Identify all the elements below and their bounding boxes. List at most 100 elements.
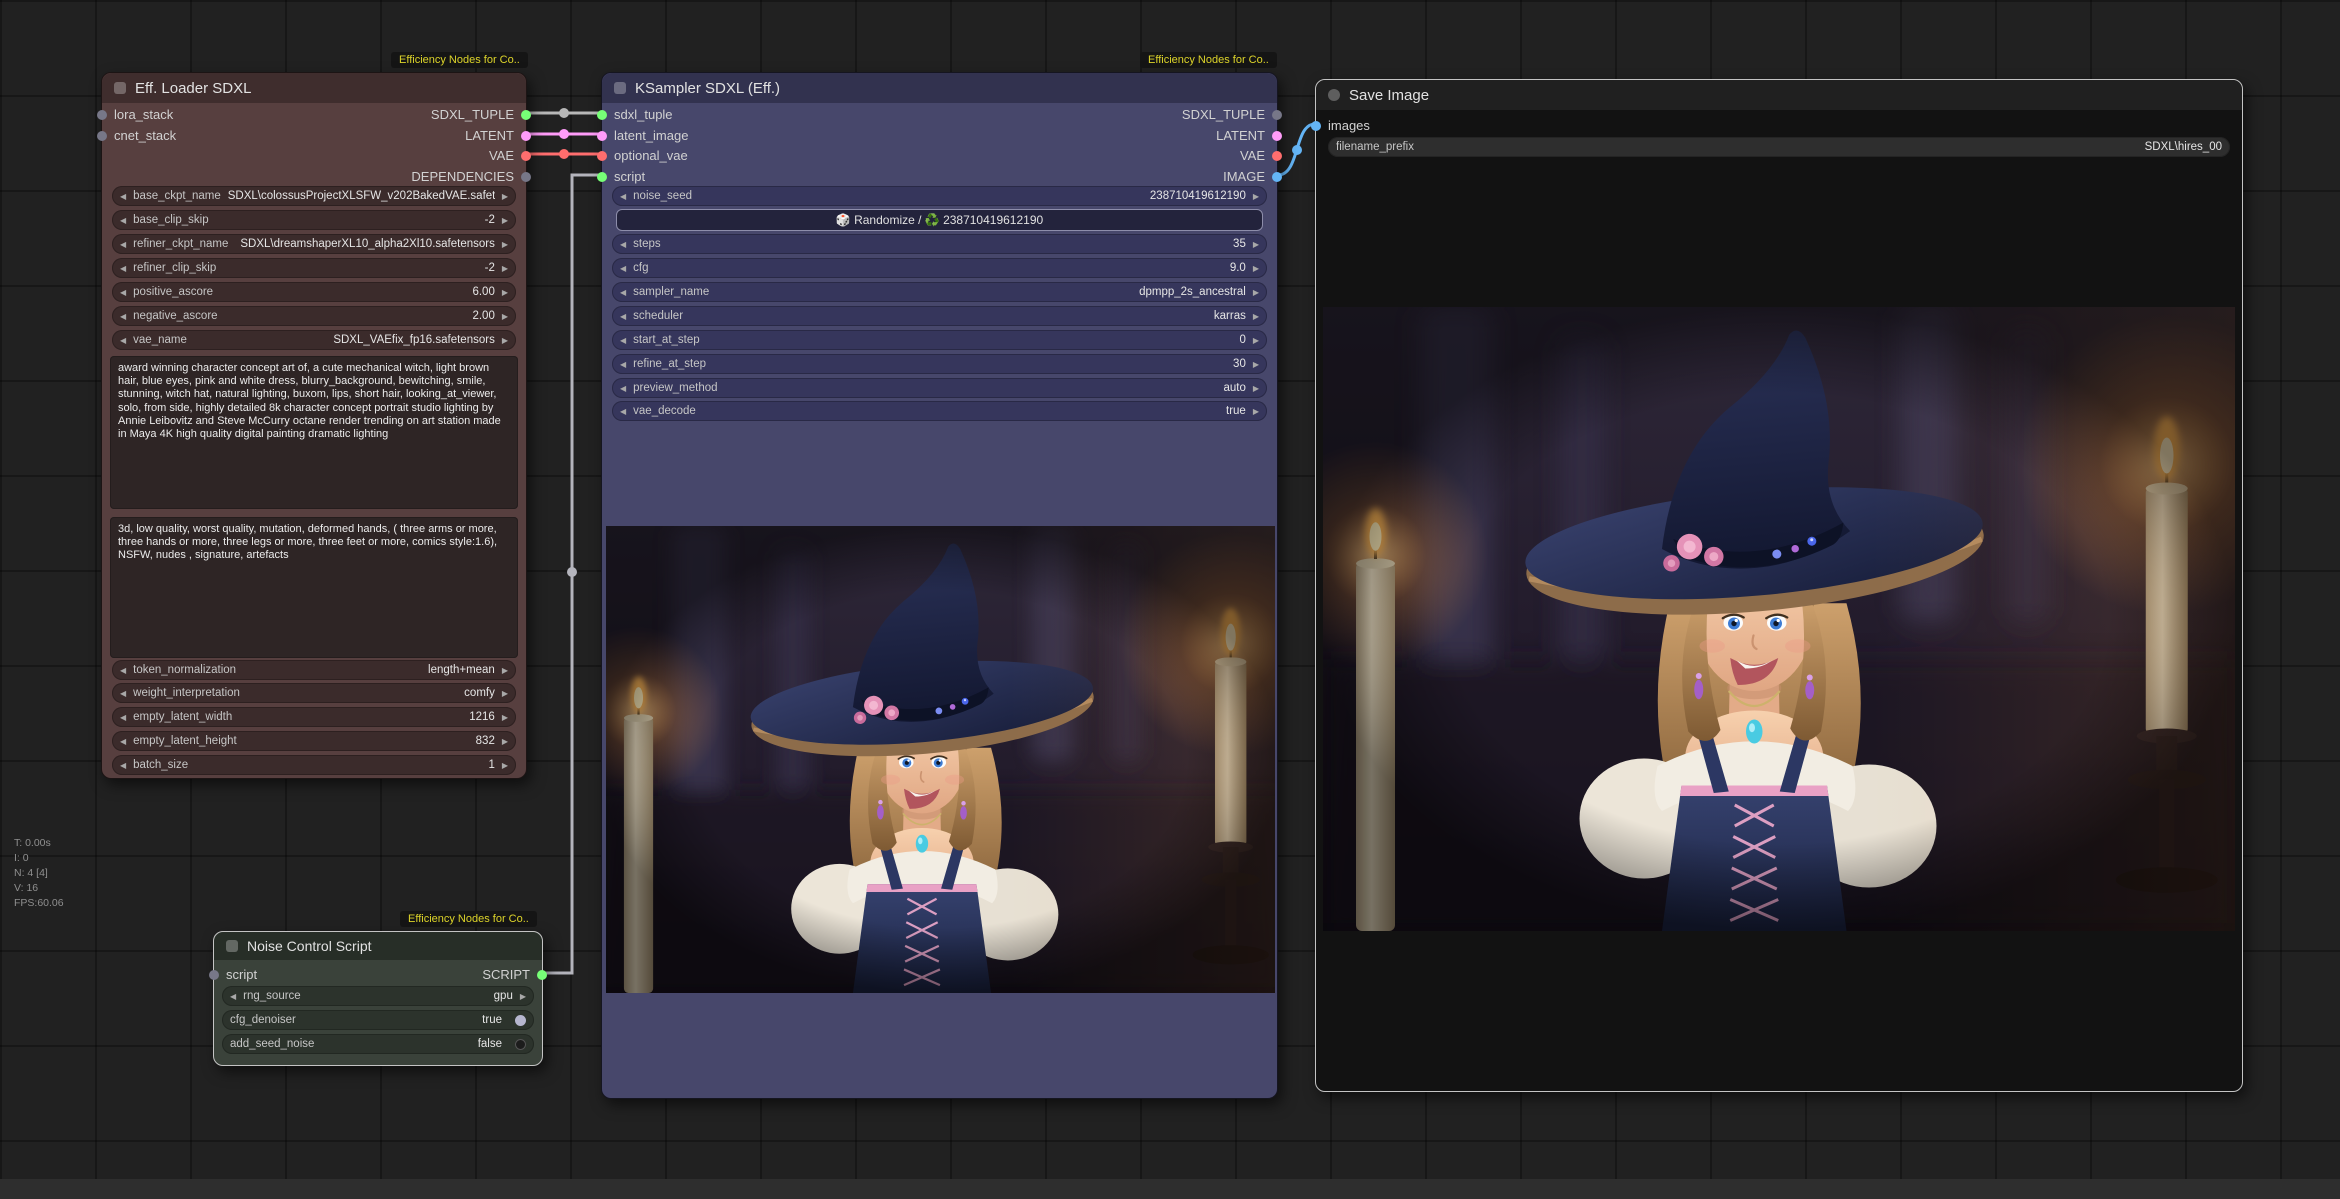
slot-dot[interactable]	[597, 131, 607, 141]
node-ksampler-sdxl[interactable]: KSampler SDXL (Eff.) sdxl_tuple latent_i…	[601, 72, 1278, 1099]
node-noise-control-script[interactable]: Noise Control Script script SCRIPT ◀ rng…	[213, 931, 543, 1066]
widget-empty-latent-height[interactable]: ◀ empty_latent_height 832 ▶	[112, 731, 516, 751]
prev-arrow-icon[interactable]: ◀	[620, 360, 626, 369]
slot-dot[interactable]	[597, 172, 607, 182]
widget-base-clip-skip[interactable]: ◀ base_clip_skip -2 ▶	[112, 210, 516, 230]
next-arrow-icon[interactable]: ▶	[1253, 384, 1259, 393]
widget-preview-method[interactable]: ◀ preview_method auto ▶	[612, 378, 1267, 398]
widget-refine-at-step[interactable]: ◀ refine_at_step 30 ▶	[612, 354, 1267, 374]
prev-arrow-icon[interactable]: ◀	[120, 713, 126, 722]
slot-dot[interactable]	[597, 110, 607, 120]
link-midpoint-dot[interactable]	[559, 149, 569, 159]
next-arrow-icon[interactable]: ▶	[1253, 288, 1259, 297]
prev-arrow-icon[interactable]: ◀	[120, 264, 126, 273]
input-slot-script[interactable]: script	[209, 964, 257, 985]
slot-dot[interactable]	[521, 172, 531, 182]
output-slot-dependencies[interactable]: DEPENDENCIES	[411, 166, 531, 187]
slot-dot[interactable]	[1272, 110, 1282, 120]
node-eff-loader-sdxl[interactable]: Eff. Loader SDXL lora_stack cnet_stack S…	[101, 72, 527, 779]
input-slot-lora-stack[interactable]: lora_stack	[97, 104, 173, 125]
prev-arrow-icon[interactable]: ◀	[620, 192, 626, 201]
next-arrow-icon[interactable]: ▶	[502, 737, 508, 746]
widget-rng-source[interactable]: ◀ rng_source gpu ▶	[222, 986, 534, 1006]
next-arrow-icon[interactable]: ▶	[502, 689, 508, 698]
next-arrow-icon[interactable]: ▶	[1253, 336, 1259, 345]
output-slot-script[interactable]: SCRIPT	[482, 964, 547, 985]
widget-refiner-clip-skip[interactable]: ◀ refiner_clip_skip -2 ▶	[112, 258, 516, 278]
slot-dot[interactable]	[97, 131, 107, 141]
node-header-drag-handle[interactable]: KSampler SDXL (Eff.)	[602, 73, 1277, 103]
output-slot-sdxl-tuple[interactable]: SDXL_TUPLE	[1182, 104, 1282, 125]
next-arrow-icon[interactable]: ▶	[1253, 360, 1259, 369]
collapse-box-icon[interactable]	[114, 82, 126, 94]
negative-prompt-textarea[interactable]: 3d, low quality, worst quality, mutation…	[110, 517, 518, 658]
prev-arrow-icon[interactable]: ◀	[120, 192, 126, 201]
node-save-image[interactable]: Save Image images filename_prefix SDXL\h…	[1315, 79, 2243, 1092]
next-arrow-icon[interactable]: ▶	[502, 666, 508, 675]
prev-arrow-icon[interactable]: ◀	[120, 312, 126, 321]
input-slot-sdxl-tuple[interactable]: sdxl_tuple	[597, 104, 673, 125]
widget-empty-latent-width[interactable]: ◀ empty_latent_width 1216 ▶	[112, 707, 516, 727]
link-midpoint-dot[interactable]	[567, 567, 577, 577]
slot-dot[interactable]	[1311, 121, 1321, 131]
input-slot-cnet-stack[interactable]: cnet_stack	[97, 125, 176, 146]
collapse-box-icon[interactable]	[1328, 89, 1340, 101]
node-header-drag-handle[interactable]: Save Image	[1316, 80, 2242, 110]
randomize-seed-button[interactable]: 🎲 Randomize / ♻️ 238710419612190	[616, 209, 1263, 231]
next-arrow-icon[interactable]: ▶	[502, 336, 508, 345]
next-arrow-icon[interactable]: ▶	[502, 264, 508, 273]
output-slot-latent[interactable]: LATENT	[465, 125, 531, 146]
output-slot-sdxl-tuple[interactable]: SDXL_TUPLE	[431, 104, 531, 125]
collapse-box-icon[interactable]	[226, 940, 238, 952]
next-arrow-icon[interactable]: ▶	[502, 312, 508, 321]
widget-refiner-ckpt-name[interactable]: ◀ refiner_ckpt_name SDXL\dreamshaperXL10…	[112, 234, 516, 254]
widget-cfg-denoiser[interactable]: cfg_denoiser true	[222, 1010, 534, 1030]
next-arrow-icon[interactable]: ▶	[1253, 240, 1259, 249]
next-arrow-icon[interactable]: ▶	[502, 216, 508, 225]
comfyui-node-graph-canvas[interactable]: { "badge_label": "Efficiency Nodes for C…	[0, 0, 2340, 1199]
prev-arrow-icon[interactable]: ◀	[620, 312, 626, 321]
prev-arrow-icon[interactable]: ◀	[620, 288, 626, 297]
next-arrow-icon[interactable]: ▶	[502, 240, 508, 249]
widget-batch-size[interactable]: ◀ batch_size 1 ▶	[112, 755, 516, 775]
output-slot-image[interactable]: IMAGE	[1223, 166, 1282, 187]
prev-arrow-icon[interactable]: ◀	[120, 216, 126, 225]
slot-dot[interactable]	[521, 131, 531, 141]
slot-dot[interactable]	[1272, 131, 1282, 141]
prev-arrow-icon[interactable]: ◀	[120, 336, 126, 345]
link-midpoint-dot[interactable]	[559, 129, 569, 139]
next-arrow-icon[interactable]: ▶	[502, 761, 508, 770]
widget-add-seed-noise[interactable]: add_seed_noise false	[222, 1034, 534, 1054]
collapse-box-icon[interactable]	[614, 82, 626, 94]
widget-steps[interactable]: ◀ steps 35 ▶	[612, 234, 1267, 254]
widget-vae-decode[interactable]: ◀ vae_decode true ▶	[612, 401, 1267, 421]
prev-arrow-icon[interactable]: ◀	[120, 761, 126, 770]
input-slot-optional-vae[interactable]: optional_vae	[597, 145, 688, 166]
output-slot-vae[interactable]: VAE	[1240, 145, 1282, 166]
slot-dot[interactable]	[1272, 172, 1282, 182]
link-midpoint-dot[interactable]	[1292, 145, 1302, 155]
next-arrow-icon[interactable]: ▶	[1253, 312, 1259, 321]
input-slot-script[interactable]: script	[597, 166, 645, 187]
widget-token-normalization[interactable]: ◀ token_normalization length+mean ▶	[112, 660, 516, 680]
widget-vae-name[interactable]: ◀ vae_name SDXL_VAEfix_fp16.safetensors …	[112, 330, 516, 350]
widget-noise-seed[interactable]: ◀ noise_seed 238710419612190 ▶	[612, 186, 1267, 206]
next-arrow-icon[interactable]: ▶	[502, 288, 508, 297]
next-arrow-icon[interactable]: ▶	[1253, 264, 1259, 273]
widget-weight-interpretation[interactable]: ◀ weight_interpretation comfy ▶	[112, 683, 516, 703]
next-arrow-icon[interactable]: ▶	[1253, 407, 1259, 416]
input-slot-latent-image[interactable]: latent_image	[597, 125, 688, 146]
prev-arrow-icon[interactable]: ◀	[120, 666, 126, 675]
next-arrow-icon[interactable]: ▶	[502, 192, 508, 201]
next-arrow-icon[interactable]: ▶	[1253, 192, 1259, 201]
slot-dot[interactable]	[521, 151, 531, 161]
prev-arrow-icon[interactable]: ◀	[620, 407, 626, 416]
toggle-off-dot[interactable]	[515, 1039, 526, 1050]
slot-dot[interactable]	[537, 970, 547, 980]
output-slot-latent[interactable]: LATENT	[1216, 125, 1282, 146]
prev-arrow-icon[interactable]: ◀	[120, 240, 126, 249]
widget-cfg[interactable]: ◀ cfg 9.0 ▶	[612, 258, 1267, 278]
widget-start-at-step[interactable]: ◀ start_at_step 0 ▶	[612, 330, 1267, 350]
prev-arrow-icon[interactable]: ◀	[620, 240, 626, 249]
link-midpoint-dot[interactable]	[559, 108, 569, 118]
